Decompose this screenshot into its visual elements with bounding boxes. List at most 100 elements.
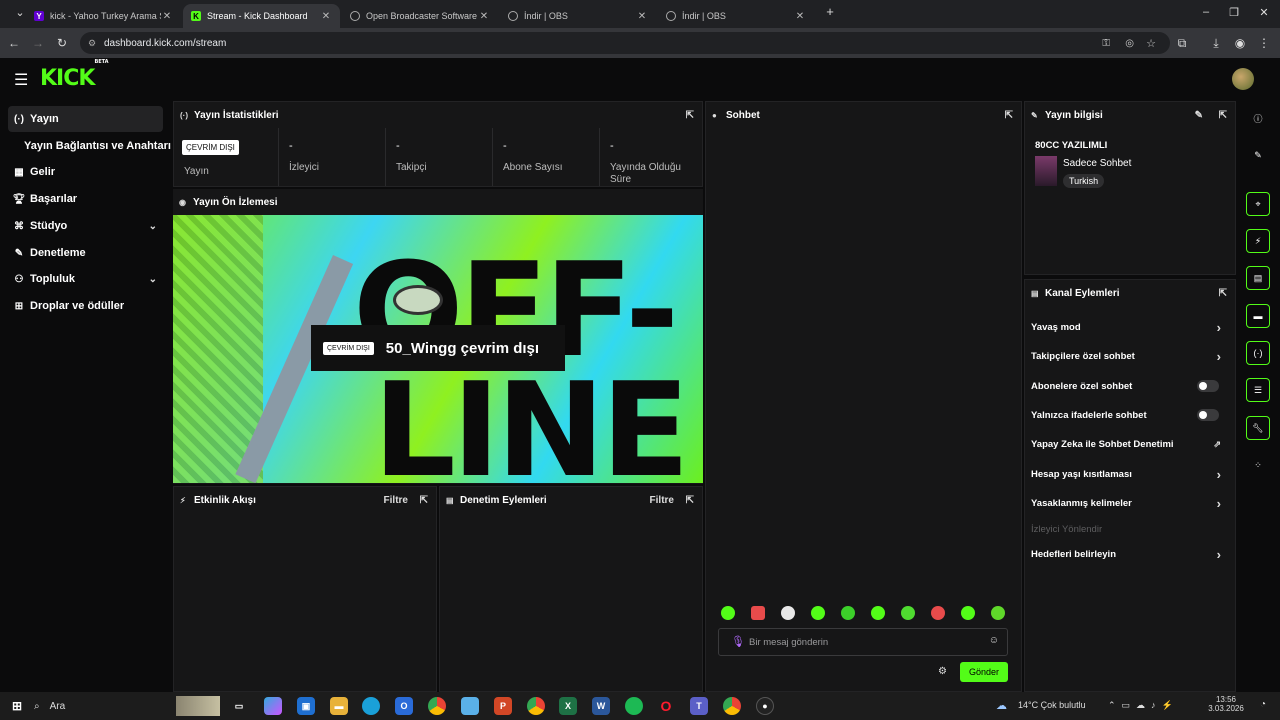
password-key-icon[interactable]: ⚿ [1102, 38, 1110, 49]
word-icon[interactable]: W [592, 697, 610, 715]
powerpoint-icon[interactable]: P [494, 697, 512, 715]
list-icon[interactable]: ☰ [1246, 378, 1270, 402]
chat-bubble-icon[interactable]: ▬ [1246, 304, 1270, 328]
address-bar[interactable]: ⚙ dashboard.kick.com/stream ⚿ ◎ ☆ [80, 32, 1170, 54]
emote-icon[interactable] [751, 606, 765, 620]
sidebar-item-studio[interactable]: ⌘ Stüdyo ⌄ [8, 213, 163, 239]
emote-icon[interactable] [901, 606, 915, 620]
chat-input[interactable]: 🎙︎ Bir mesaj gönderin ☺ [718, 628, 1008, 656]
action-followers-only[interactable]: Takipçilere özel sohbet › [1031, 345, 1227, 367]
minimize-button[interactable]: – [1196, 6, 1216, 18]
browser-tab-obs-download[interactable]: İndir | OBS ✕ [500, 4, 656, 28]
action-banned-words[interactable]: Yasaklanmış kelimeler › [1031, 492, 1227, 514]
download-icon[interactable]: ⤓ [1208, 36, 1224, 51]
system-tray-icons[interactable]: ⌃▭☁♪⚡ [1108, 700, 1179, 711]
send-button[interactable]: Gönder [960, 662, 1008, 682]
eye-off-icon[interactable]: ◎ [1125, 38, 1134, 49]
emote-icon[interactable] [991, 606, 1005, 620]
site-info-icon[interactable]: ⚙ [88, 38, 96, 49]
emote-icon[interactable] [811, 606, 825, 620]
chrome-icon[interactable] [527, 697, 545, 715]
reload-icon[interactable]: ↻ [54, 36, 70, 50]
sidebar-item-moderation[interactable]: ✎ Denetleme [8, 240, 163, 266]
wrench-icon[interactable]: 🔧︎ [1246, 416, 1270, 440]
emote-icon[interactable] [931, 606, 945, 620]
microphone-icon[interactable]: 🎙︎ [731, 635, 745, 648]
task-view-icon[interactable]: ▭ [230, 697, 248, 715]
teams-icon[interactable]: T [690, 697, 708, 715]
info-icon[interactable]: ⓘ [1246, 106, 1270, 130]
sidebar-item-community[interactable]: ⚇ Topluluk ⌄ [8, 266, 163, 292]
close-icon[interactable]: ✕ [636, 11, 648, 22]
close-icon[interactable]: ✕ [478, 11, 490, 22]
windows-start-icon[interactable]: ⊞ [8, 697, 26, 715]
edit-icon[interactable]: ✎ [1195, 110, 1203, 121]
window-close-button[interactable]: ✕ [1254, 6, 1274, 19]
emoji-picker-icon[interactable]: ☺ [989, 635, 999, 646]
popout-icon[interactable]: ⇱ [686, 495, 694, 506]
emote-icon[interactable] [961, 606, 975, 620]
action-account-age[interactable]: Hesap yaşı kısıtlaması › [1031, 463, 1227, 485]
tab-search-icon[interactable]: ⌄ [10, 6, 30, 19]
chat-settings-icon[interactable]: ⚙ [938, 666, 947, 677]
hamburger-menu-icon[interactable]: ☰ [14, 70, 28, 90]
emote-icon[interactable] [781, 606, 795, 620]
sidebar-item-stream[interactable]: (·) Yayın [8, 106, 163, 132]
browser-tab-obs[interactable]: Open Broadcaster Software | O ✕ [342, 4, 498, 28]
bookmark-star-icon[interactable]: ☆ [1146, 37, 1156, 50]
taskbar-search[interactable]: ⌕ Ara [34, 696, 224, 716]
lightning-icon[interactable]: ⚡︎ [1246, 229, 1270, 253]
popout-icon[interactable]: ⇱ [1219, 110, 1227, 121]
menu-dots-icon[interactable]: ⋮ [1256, 36, 1272, 50]
close-icon[interactable]: ✕ [320, 11, 332, 22]
kick-logo[interactable]: KICKBETA [40, 59, 109, 91]
profile-icon[interactable]: ◉ [1232, 36, 1248, 50]
clipboard-icon[interactable]: ▤ [1246, 266, 1270, 290]
back-icon[interactable]: ← [6, 36, 22, 50]
browser-tab-yahoo[interactable]: Y kick - Yahoo Turkey Arama Son ✕ [26, 4, 181, 28]
action-set-goals[interactable]: Hedefleri belirleyin › [1031, 543, 1227, 565]
taskbar-clock[interactable]: 13:56 3.03.2026 [1206, 695, 1246, 713]
spotify-icon[interactable] [625, 697, 643, 715]
action-slow-mode[interactable]: Yavaş mod › [1031, 316, 1227, 338]
emotes-only-toggle[interactable] [1197, 409, 1219, 421]
popout-icon[interactable]: ⇱ [1219, 288, 1227, 299]
edit-pencil-icon[interactable]: ✎ [1246, 143, 1270, 167]
avatar[interactable] [1232, 68, 1254, 90]
emote-icon[interactable] [721, 606, 735, 620]
browser-tab-obs-download-2[interactable]: İndir | OBS ✕ [658, 4, 814, 28]
filter-button[interactable]: Filtre [384, 495, 408, 506]
sidebar-item-achievements[interactable]: 🏆︎ Başarılar [8, 186, 163, 212]
browser-tab-kick[interactable]: K Stream - Kick Dashboard ✕ [183, 4, 340, 28]
sidebar-item-stream-key[interactable]: Yayın Bağlantısı ve Anahtarı [8, 133, 171, 159]
maximize-button[interactable]: ❐ [1224, 6, 1244, 19]
extensions-icon[interactable]: ⧉ [1174, 36, 1190, 51]
copilot-icon[interactable] [264, 697, 282, 715]
popout-icon[interactable]: ⇱ [686, 110, 694, 121]
obs-icon[interactable]: ● [756, 697, 774, 715]
forward-icon[interactable]: → [30, 36, 46, 50]
store-icon[interactable]: ▣ [297, 697, 315, 715]
sidebar-item-revenue[interactable]: ▦ Gelir [8, 159, 163, 185]
photos-icon[interactable] [461, 697, 479, 715]
popout-icon[interactable]: ⇱ [1005, 110, 1013, 121]
edge-icon[interactable] [362, 697, 380, 715]
popout-icon[interactable]: ⇱ [420, 495, 428, 506]
excel-icon[interactable]: X [559, 697, 577, 715]
scan-icon[interactable]: ⌖ [1246, 192, 1270, 216]
chrome-icon[interactable] [428, 697, 446, 715]
subscribers-only-toggle[interactable] [1197, 380, 1219, 392]
sidebar-item-drops[interactable]: ⊞ Droplar ve ödüller [8, 293, 163, 319]
filter-button[interactable]: Filtre [650, 495, 674, 506]
notification-bell-icon[interactable]: ◔ [1260, 699, 1266, 710]
opera-icon[interactable]: O [657, 697, 675, 715]
new-tab-button[interactable]: + [820, 4, 840, 19]
close-icon[interactable]: ✕ [161, 11, 173, 22]
emote-icon[interactable] [841, 606, 855, 620]
chrome-icon[interactable] [723, 697, 741, 715]
close-icon[interactable]: ✕ [794, 11, 806, 22]
layout-icon[interactable]: ⁘ [1246, 453, 1270, 477]
emote-icon[interactable] [871, 606, 885, 620]
broadcast-icon[interactable]: (·) [1246, 341, 1270, 365]
outlook-icon[interactable]: O [395, 697, 413, 715]
